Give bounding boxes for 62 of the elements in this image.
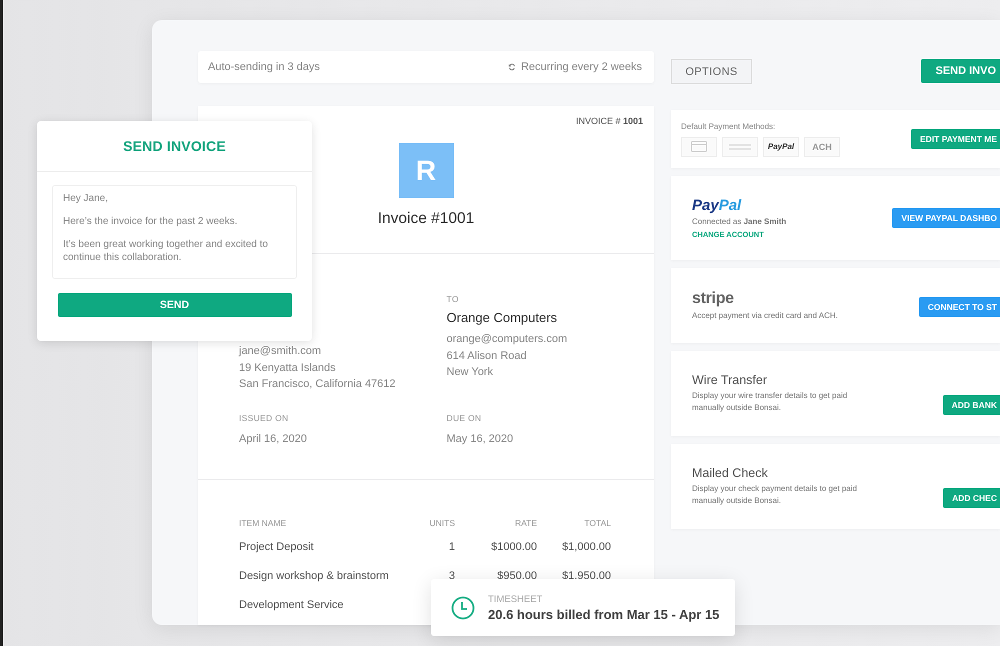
table-cell-text: Design workshop & brainstorm (239, 570, 390, 582)
address-line: orange@computers.com (446, 332, 568, 347)
address-line: jane@smith.com (239, 344, 322, 359)
paypal-logo: PayPal (692, 197, 742, 214)
message-text: Here’s the invoice for the past 2 weeks. (63, 215, 238, 228)
send-invoice-button[interactable]: SEND INVO (921, 59, 1000, 83)
due-date: May 16, 2020 (446, 432, 514, 444)
clock-icon (451, 596, 475, 620)
address-line: San Francisco, California 47612 (239, 377, 397, 392)
address-line: 19 Kenyatta Islands (239, 360, 337, 376)
card-icon (691, 141, 707, 152)
client-name: Orange Computers (446, 310, 558, 325)
table-cell-text: 3 (448, 570, 455, 582)
table-cell-text: $1,000.00 (561, 541, 611, 553)
message-text: It’s been great working together and excited to continue this collaboration. (63, 238, 269, 264)
to-label: TO (446, 294, 460, 304)
address-line: 614 Alison Road (446, 348, 528, 364)
card-method-chip[interactable] (681, 136, 717, 156)
table-cell-text: $1000.00 (490, 541, 537, 553)
provider-action-button[interactable]: ADD CHEC (943, 488, 1000, 508)
method-title: Wire Transfer (692, 373, 768, 387)
edit-payment-methods-button[interactable]: EDIT PAYMENT ME (911, 129, 1000, 149)
address-line: New York (446, 365, 494, 380)
provider-action-button[interactable]: ADD BANK (942, 394, 1000, 414)
message-text: Hey Jane, (63, 192, 110, 205)
column-header: TOTAL (583, 518, 611, 528)
payment-method-chip[interactable]: PayPal (763, 136, 799, 156)
table-cell-text: $950.00 (496, 570, 537, 582)
method-description: Connected as Jane Smith (692, 216, 786, 228)
provider-action-button[interactable]: VIEW PAYPAL DASHBO (892, 208, 1000, 228)
bank-icon (727, 142, 753, 150)
table-cell-text: 1 (448, 541, 455, 553)
method-description: Display your check payment details to get paid manually outside Bonsai. (692, 483, 857, 507)
column-header: RATE (514, 518, 537, 528)
timesheet-summary: 20.6 hours billed from Mar 15 - Apr 15 (488, 606, 720, 622)
provider-action-button[interactable]: CONNECT TO ST (918, 297, 1000, 317)
payment-methods-label: Default Payment Methods: (681, 122, 776, 130)
invoice-number: INVOICE # 1001 (574, 116, 644, 126)
column-header: UNITS (428, 518, 455, 528)
column-header: ITEM NAME (239, 518, 288, 528)
due-label: DUE ON (446, 412, 482, 422)
send-button[interactable]: SEND (58, 293, 292, 317)
invoice-title: Invoice #1001 (378, 210, 474, 228)
repeat-icon (508, 63, 516, 71)
table-cell-text: $1,950.00 (561, 570, 611, 582)
stripe-logo: stripe (692, 290, 735, 308)
options-button[interactable]: OPTIONS (671, 59, 752, 84)
payment-method-chip[interactable]: ACH (804, 136, 840, 156)
issued-date: April 16, 2020 (239, 432, 308, 444)
method-title: Mailed Check (692, 466, 769, 480)
method-description: Accept payment via credit card and ACH. (692, 310, 838, 322)
table-cell-text: Development Service (239, 599, 345, 611)
timesheet-label: TIMESHEET (488, 594, 544, 604)
recurring-text: Recurring every 2 weeks (520, 61, 642, 73)
message-field[interactable]: Hey Jane, Here’s the invoice for the past 2 weeks. It’s been great working together and excited to continue this collaboration. (52, 185, 297, 279)
company-logo: R (398, 143, 454, 198)
dialog-title: SEND INVOICE (37, 121, 312, 172)
issued-label: ISSUED ON (239, 412, 290, 422)
method-description: Display your wire transfer details to get paid manually outside Bonsai. (692, 390, 848, 414)
bank-method-chip[interactable] (722, 136, 758, 156)
table-cell-text: Project Deposit (239, 541, 315, 553)
auto-sending-text: Auto-sending in 3 days (208, 61, 320, 73)
